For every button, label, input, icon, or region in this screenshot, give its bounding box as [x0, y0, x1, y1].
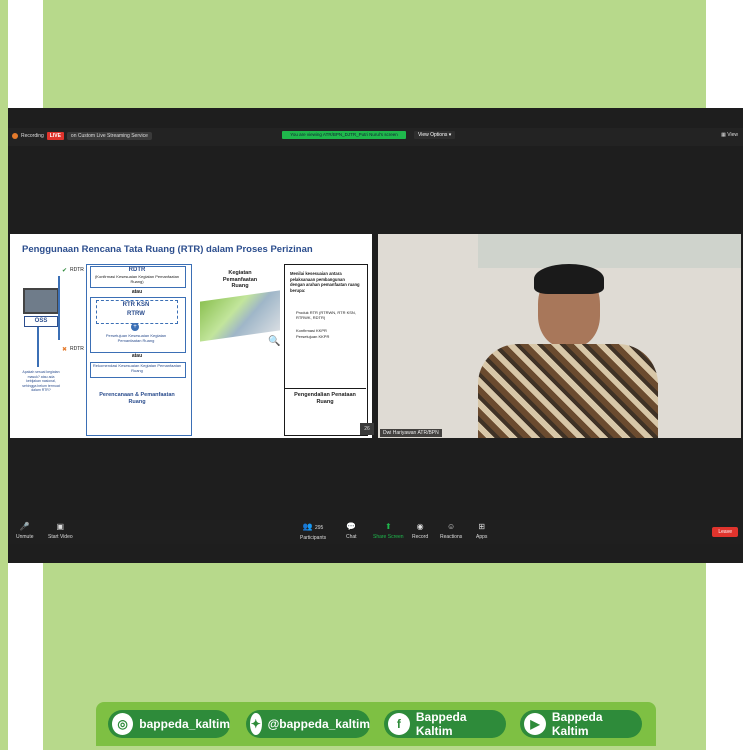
- start-video-button[interactable]: ▣ Start Video: [48, 522, 73, 540]
- reactions-label: Reactions: [440, 534, 463, 540]
- instagram-pill[interactable]: ◎ bappeda_kaltim: [108, 710, 230, 738]
- record-label: Record: [412, 534, 429, 540]
- share-screen-button[interactable]: ⬆ Share Screen: [373, 522, 404, 540]
- meeting-toolbar: 🎤 Unmute ▣ Start Video 👥 295 Participants 💬…: [8, 520, 743, 544]
- oss-monitor-icon: [23, 288, 59, 314]
- rtrw-label: RTRW: [127, 311, 145, 317]
- twitter-pill[interactable]: ✦ @bappeda_kaltim: [246, 710, 370, 738]
- social-bar: ◎ bappeda_kaltim ✦ @bappeda_kaltim f Bap…: [96, 702, 656, 746]
- check-icon: ✔: [62, 268, 68, 274]
- recording-indicator: Recording LIVE on Custom Live Streaming …: [12, 132, 152, 140]
- mic-muted-icon: 🎤: [19, 522, 30, 531]
- perencanaan-label: Perencanaan & Pemanfaatan Ruang: [99, 392, 175, 405]
- participant-name-tag: Dwi Hariyawan ATR/BPN: [380, 429, 442, 437]
- chat-icon: 💬: [346, 522, 357, 531]
- apps-icon: ⊞: [478, 522, 486, 531]
- youtube-pill[interactable]: ▶ Bappeda Kaltim: [520, 710, 642, 738]
- recording-label: Recording: [21, 133, 44, 139]
- participant-video[interactable]: Dwi Hariyawan ATR/BPN: [378, 234, 741, 438]
- record-button[interactable]: ◉ Record: [412, 522, 428, 540]
- reactions-icon: ☺: [447, 522, 456, 531]
- twitter-icon: ✦: [250, 713, 262, 735]
- flow-arrows: [58, 276, 88, 340]
- bullet-3: Persetujuan KKPR: [296, 334, 330, 339]
- participants-button[interactable]: 👥 295 Participants: [300, 522, 326, 541]
- apps-button[interactable]: ⊞ Apps: [476, 522, 487, 540]
- apps-label: Apps: [476, 534, 488, 540]
- chat-label: Chat: [346, 534, 357, 540]
- recording-icon: [12, 133, 18, 139]
- view-options-label: View Options: [418, 132, 448, 138]
- live-badge[interactable]: LIVE: [46, 132, 64, 140]
- unmute-button[interactable]: 🎤 Unmute: [16, 522, 34, 540]
- top-banner: [43, 0, 706, 108]
- person-hair: [534, 264, 604, 294]
- stream-dropdown[interactable]: on Custom Live Streaming Service: [66, 132, 152, 140]
- facebook-pill[interactable]: f Bappeda Kaltim: [384, 710, 506, 738]
- slide-page-number: 26: [360, 423, 374, 435]
- view-label: View: [727, 132, 738, 138]
- rdtr-box-sub: (Konfirmasi Kesesuaian Kegiatan Pemanfaa…: [94, 274, 180, 284]
- youtube-icon: ▶: [524, 713, 546, 735]
- chat-button[interactable]: 💬 Chat: [346, 522, 357, 540]
- unmute-label: Unmute: [16, 534, 34, 540]
- rtr-ksn-label: RTR KSN: [122, 302, 150, 308]
- slide-title: Penggunaan Rencana Tata Ruang (RTR) dala…: [22, 244, 313, 255]
- bullet-1: Produk RTR (RTRWN, RTR KSN, RTRWK, RDTR): [296, 310, 356, 320]
- video-off-icon: ▣: [56, 522, 65, 531]
- pengendalian-label: Pengendalian Penataan Ruang: [294, 392, 356, 405]
- twitter-handle: @bappeda_kaltim: [267, 717, 370, 731]
- kegiatan-label: Kegiatan Pemanfaatan Ruang: [222, 270, 258, 289]
- leave-button[interactable]: Leave: [712, 527, 738, 537]
- instagram-icon: ◎: [112, 713, 134, 735]
- share-screen-icon: ⬆: [384, 522, 392, 531]
- zoom-window: Recording LIVE on Custom Live Streaming …: [8, 108, 743, 563]
- rdtr-bottom-label: RDTR: [70, 346, 84, 352]
- participants-icon: 👥 295: [302, 522, 324, 531]
- youtube-handle: Bappeda Kaltim: [551, 710, 603, 738]
- video-background-shelf: [478, 234, 741, 268]
- view-button[interactable]: ▦ View: [721, 132, 738, 138]
- plus-icon: +: [131, 323, 139, 331]
- start-video-label: Start Video: [48, 534, 73, 540]
- instagram-handle: bappeda_kaltim: [139, 717, 230, 731]
- atau-2: atau: [131, 353, 143, 359]
- pengendalian-divider: [284, 388, 366, 389]
- rekomendasi-label: Rekomendasi Kesesuaian Kegiatan Pemanfaa…: [92, 363, 182, 373]
- menilai-text: Menilai kesesuaian antara pelaksanaan pe…: [290, 271, 360, 293]
- persetujuan-label: Persetujuan Kesesuaian Kegiatan Pemanfaa…: [105, 333, 167, 343]
- atau-1: atau: [131, 289, 143, 295]
- participants-label: Participants: [300, 535, 327, 541]
- rdtr-top-label: RDTR: [70, 267, 84, 273]
- oss-label: OSS: [24, 316, 58, 327]
- zoom-topbar: Recording LIVE on Custom Live Streaming …: [8, 128, 743, 146]
- record-icon: ◉: [416, 522, 424, 531]
- person-shirt: [478, 344, 658, 438]
- participants-count: 295: [314, 525, 324, 531]
- shared-slide: Penggunaan Rencana Tata Ruang (RTR) dala…: [10, 234, 372, 438]
- reactions-button[interactable]: ☺ Reactions: [440, 522, 462, 540]
- rdtr-box-title: RDTR: [128, 267, 146, 273]
- view-options-button[interactable]: View Options ▾: [414, 131, 456, 139]
- city-illustration: [200, 290, 280, 342]
- arrow-down: [37, 327, 39, 367]
- person-icon: 🔍: [268, 336, 281, 347]
- facebook-handle: Bappeda Kaltim: [415, 710, 467, 738]
- share-screen-label: Share Screen: [373, 534, 404, 540]
- cross-icon: ✖: [62, 347, 68, 353]
- facebook-icon: f: [388, 713, 410, 735]
- left-note: Apakah sesuai kegiatan masuk? atau ada k…: [22, 370, 60, 392]
- viewing-banner: You are viewing ATR/BPN_DJTR_Putri Nurul…: [282, 131, 406, 139]
